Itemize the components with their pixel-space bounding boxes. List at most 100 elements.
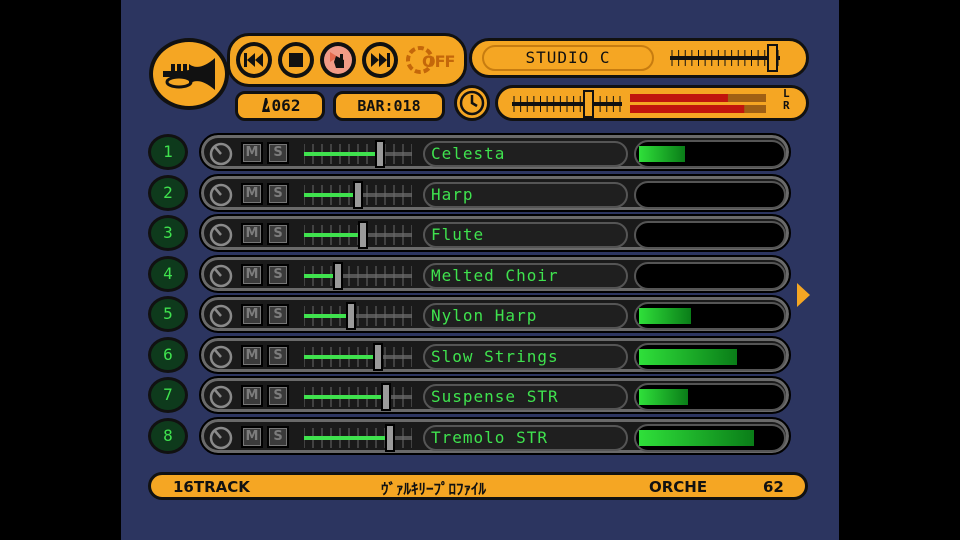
pan-knob-icon[interactable] [209,223,233,247]
play-button[interactable] [320,42,356,78]
track-name[interactable]: Flute [423,222,628,248]
volume-handle[interactable] [358,221,368,249]
stop-button[interactable] [278,42,314,78]
metronome-small-icon [261,98,270,112]
track-number[interactable]: 2 [148,174,188,211]
tempo-display[interactable]: 062 [235,91,325,121]
solo-button[interactable]: S [267,182,289,205]
track-number[interactable]: 4 [148,255,188,292]
master-volume-slider[interactable] [512,90,624,118]
track-row: M S Melted Choir [199,254,791,293]
track-level-meter [634,302,786,330]
next-page-arrow[interactable] [797,283,810,307]
volume-slider[interactable] [304,302,412,330]
studio-panel: STUDIO C [469,38,809,78]
track-number[interactable]: 3 [148,215,188,251]
mute-button[interactable]: M [241,182,263,205]
volume-fill [304,395,382,399]
solo-button[interactable]: S [267,344,289,367]
solo-button[interactable]: S [267,223,289,245]
volume-fill [304,273,334,278]
clock-button[interactable] [454,85,490,121]
track-row: M S Nylon Harp [199,295,791,333]
solo-button[interactable]: S [267,142,289,164]
master-level-meter [630,94,766,113]
studio-slider[interactable] [670,44,788,72]
pan-knob-icon[interactable] [209,385,233,409]
volume-handle[interactable] [381,383,391,411]
track-name[interactable]: Slow Strings [423,343,628,370]
meter-right-fill [630,105,745,113]
pan-knob-icon[interactable] [209,426,233,450]
instrument-emblem[interactable] [149,38,229,110]
volume-handle[interactable] [375,140,385,168]
fast-forward-button[interactable] [362,42,398,78]
track-name[interactable]: Suspense STR [423,384,628,410]
track-name[interactable]: Tremolo STR [423,424,628,451]
volume-slider[interactable] [304,221,412,249]
play-icon [330,52,344,68]
volume-slider[interactable] [304,423,412,452]
pan-knob-icon[interactable] [209,345,233,369]
track-number[interactable]: 1 [148,134,188,170]
mute-button[interactable]: M [241,385,263,407]
volume-handle[interactable] [333,261,343,290]
track-name[interactable]: Harp [423,181,628,208]
volume-fill [304,314,347,318]
rewind-button[interactable] [236,42,272,78]
mute-button[interactable]: M [241,425,263,448]
mute-button[interactable]: M [241,142,263,164]
slider-handle[interactable] [767,44,778,72]
volume-slider[interactable] [304,342,412,371]
volume-handle[interactable] [385,423,395,452]
track-name[interactable]: Nylon Harp [423,303,628,329]
volume-slider[interactable] [304,140,412,168]
track-row: M S Suspense STR [199,376,791,414]
track-name[interactable]: Celesta [423,141,628,167]
pan-knob-icon[interactable] [209,183,233,207]
mute-button[interactable]: M [241,304,263,326]
solo-button[interactable]: S [267,263,289,286]
slider-rail [670,56,780,60]
song-number: 62 [763,478,784,496]
track-name[interactable]: Melted Choir [423,262,628,289]
track-level-meter [634,342,786,371]
studio-name[interactable]: STUDIO C [482,45,654,71]
pan-knob-icon[interactable] [209,264,233,288]
solo-button[interactable]: S [267,425,289,448]
volume-slider[interactable] [304,180,412,209]
bar-display[interactable]: BAR:018 [333,91,445,121]
volume-slider[interactable] [304,261,412,290]
slider-handle[interactable] [583,90,594,118]
pan-knob-icon[interactable] [209,142,233,166]
track-level-fill [639,308,691,324]
game-screen: OFF STUDIO C 062 BAR:018 L R 1 M S Celesta 2… [121,0,839,540]
volume-handle[interactable] [346,302,356,330]
solo-button[interactable]: S [267,304,289,326]
track-count: 16TRACK [173,478,250,496]
volume-fill [304,192,354,197]
right-channel-label: R [783,99,790,112]
mute-button[interactable]: M [241,263,263,286]
mute-button[interactable]: M [241,344,263,367]
volume-handle[interactable] [353,180,363,209]
clock-icon [459,90,485,116]
rewind-icon [244,53,263,67]
pan-knob-icon[interactable] [209,304,233,328]
track-number[interactable]: 7 [148,377,188,413]
fast-forward-icon [371,53,390,67]
solo-button[interactable]: S [267,385,289,407]
slider-rail [512,102,622,106]
track-number[interactable]: 5 [148,296,188,332]
mute-button[interactable]: M [241,223,263,245]
volume-handle[interactable] [373,342,383,371]
trumpet-icon [163,58,215,90]
song-title[interactable]: ｳﾞｧﾙｷﾘｰﾌﾟﾛﾌｧｲﾙ [381,478,486,499]
track-number[interactable]: 8 [148,417,188,454]
volume-fill [304,354,374,359]
volume-slider[interactable] [304,383,412,411]
metronome-off-label: OFF [422,52,455,71]
track-level-meter [634,383,786,411]
track-number[interactable]: 6 [148,336,188,373]
track-level-fill [639,348,737,365]
